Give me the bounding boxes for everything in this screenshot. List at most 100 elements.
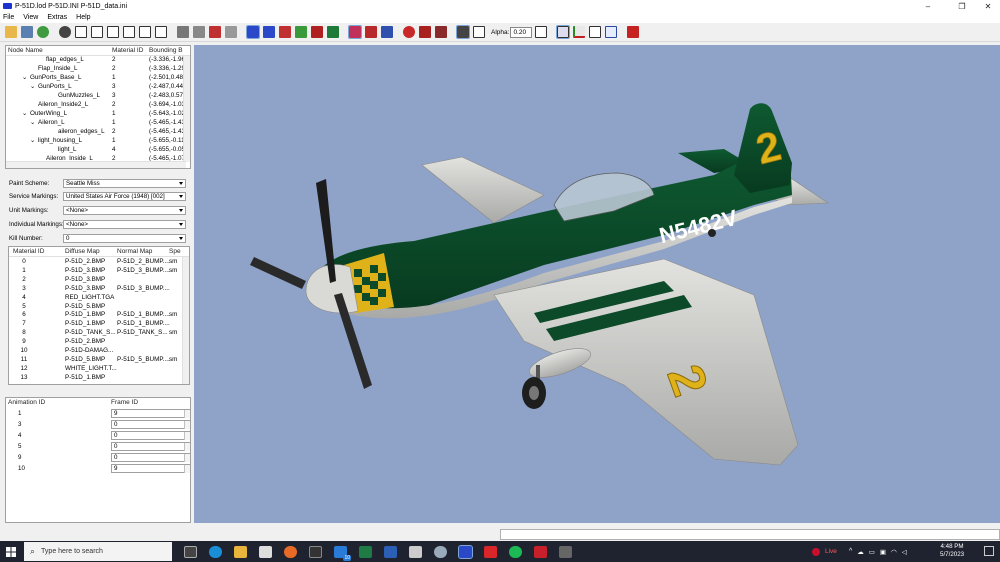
render-material-icon[interactable] xyxy=(311,26,323,38)
frame-id-stepper[interactable]: 0 xyxy=(111,431,190,440)
view-right-icon[interactable] xyxy=(123,26,135,38)
camera-icon[interactable] xyxy=(589,26,602,38)
chevron-down-icon[interactable]: ⌄ xyxy=(22,74,27,81)
render-green-icon[interactable] xyxy=(295,26,307,38)
paint-scheme-select[interactable]: Seattle Miss xyxy=(63,179,186,188)
news-icon[interactable] xyxy=(812,547,820,556)
view-top-icon[interactable] xyxy=(139,26,151,38)
task-view-icon[interactable] xyxy=(184,545,197,558)
tree-node[interactable]: Aileron_Inside2_L 2 (-3.694,-1.03 xyxy=(6,101,190,110)
search-box[interactable]: ⌕ Type here to search xyxy=(24,542,172,561)
start-button[interactable] xyxy=(6,541,16,562)
material-row[interactable]: 8 P-51D_TANK_S... P-51D_TANK_S... sm xyxy=(9,329,189,338)
menu-extras[interactable]: Extras xyxy=(47,14,67,21)
view-back-icon[interactable] xyxy=(91,26,103,38)
render-solid-icon[interactable] xyxy=(263,26,275,38)
material-row[interactable]: 12 WHITE_LIGHT.T... xyxy=(9,365,189,374)
material-row[interactable]: 3 P-51D_3.BMP P-51D_3_BUMP.... xyxy=(9,285,189,294)
network-icon[interactable]: ▭ xyxy=(869,548,875,556)
live-label[interactable]: Live xyxy=(825,548,837,555)
tree-node[interactable]: ⌄ OuterWing_L 1 (-5.643,-1.02 xyxy=(6,110,190,119)
material-row[interactable]: 11 P-51D_5.BMP P-51D_5_BUMP.... sm xyxy=(9,356,189,365)
tree-node[interactable]: ⌄ GunPorts_Base_L 1 (-2.501,0.480 xyxy=(6,74,190,83)
kill-number-select[interactable]: 0 xyxy=(63,234,186,243)
material-row[interactable]: 0 P-51D_2.BMP P-51D_2_BUMP.... sm xyxy=(9,258,189,267)
render-red-icon[interactable] xyxy=(279,26,291,38)
open-folder-icon[interactable] xyxy=(5,26,17,38)
damage-icon[interactable] xyxy=(419,26,431,38)
view-bottom-icon[interactable] xyxy=(155,26,167,38)
chevron-down-icon[interactable]: ⌄ xyxy=(30,137,35,144)
excel-icon[interactable] xyxy=(359,545,372,558)
material-row[interactable]: 6 P-51D_1.BMP P-51D_1_BUMP.... sm xyxy=(9,311,189,320)
menu-view[interactable]: View xyxy=(23,14,38,21)
individual-markings-select[interactable]: <None> xyxy=(63,220,186,229)
alpha-toggle-icon[interactable] xyxy=(456,25,470,39)
specular-icon[interactable] xyxy=(365,26,377,38)
material-row[interactable]: 13 P-51D_1.BMP xyxy=(9,374,189,383)
shade-smooth-icon[interactable] xyxy=(225,26,237,38)
spin-arrows-icon[interactable] xyxy=(184,465,190,473)
col-specular[interactable]: Spe xyxy=(169,248,181,255)
word-icon[interactable] xyxy=(384,545,397,558)
spin-arrows-icon[interactable] xyxy=(184,421,190,429)
spin-arrows-icon[interactable] xyxy=(184,410,190,418)
node-tree[interactable]: Node Name Material ID Bounding B flap_ed… xyxy=(5,45,191,169)
texture-t-icon[interactable] xyxy=(37,26,49,38)
calculator-icon[interactable] xyxy=(409,545,422,558)
export-icon[interactable] xyxy=(605,26,618,38)
alpha-input[interactable]: 0.20 xyxy=(510,26,533,38)
frame-id-stepper[interactable]: 0 xyxy=(111,420,190,429)
col-material-id[interactable]: Material ID xyxy=(13,248,44,255)
chevron-up-icon[interactable]: ^ xyxy=(849,548,852,555)
chevron-down-icon[interactable]: ⌄ xyxy=(30,83,35,90)
view-left-icon[interactable] xyxy=(107,26,119,38)
material-row[interactable]: 10 P-51D-DAMAG... xyxy=(9,347,189,356)
material-row[interactable]: 4 RED_LIGHT.TGA xyxy=(9,294,189,303)
acrobat-icon[interactable] xyxy=(484,545,497,558)
material-row[interactable]: 2 P-51D_3.BMP xyxy=(9,276,189,285)
tree-node[interactable]: aileron_edges_L 2 (-5.465,-1.43 xyxy=(6,128,190,137)
tree-node[interactable]: flap_edges_L 2 (-3.336,-1.96 xyxy=(6,56,190,65)
material-row[interactable]: 7 P-51D_1.BMP P-51D_1_BUMP.... xyxy=(9,320,189,329)
node-tree-vscroll[interactable] xyxy=(183,56,190,162)
edge-icon[interactable] xyxy=(209,545,222,558)
axis-icon[interactable] xyxy=(573,26,586,38)
axes-view-icon[interactable] xyxy=(556,25,571,39)
view-front-icon[interactable] xyxy=(75,26,87,38)
firefox-icon[interactable] xyxy=(284,545,297,558)
grid-icon[interactable] xyxy=(535,26,548,38)
bounding-box-icon[interactable] xyxy=(473,26,485,38)
col-material-id[interactable]: Material ID xyxy=(112,47,143,54)
tool-app-icon[interactable] xyxy=(559,545,572,558)
spin-arrows-icon[interactable] xyxy=(184,443,190,451)
tree-node[interactable]: ⌄ Aileron_L 1 (-5.465,-1.43 xyxy=(6,119,190,128)
col-node-name[interactable]: Node Name xyxy=(8,47,43,54)
render-wire-icon[interactable] xyxy=(246,25,260,39)
display-icon[interactable]: ▣ xyxy=(880,548,886,556)
material-row[interactable]: 5 P-51D_5.BMP xyxy=(9,303,189,312)
store-icon[interactable] xyxy=(259,545,272,558)
frame-id-stepper[interactable]: 0 xyxy=(111,442,190,451)
materials-vscroll[interactable] xyxy=(182,257,189,384)
col-bounding-box[interactable]: Bounding B xyxy=(149,47,183,54)
volume-icon[interactable]: ◁ xyxy=(902,548,907,556)
lod-viewer-icon[interactable] xyxy=(458,544,473,559)
frame-id-stepper[interactable]: 9 xyxy=(111,464,190,473)
render-normal-icon[interactable] xyxy=(327,26,339,38)
animate-icon[interactable] xyxy=(403,26,415,38)
mcafee-icon[interactable] xyxy=(534,545,547,558)
node-tree-hscroll[interactable] xyxy=(6,161,186,168)
effects-icon[interactable] xyxy=(435,26,447,38)
app-n-icon[interactable] xyxy=(309,545,322,558)
tree-node[interactable]: Flap_Inside_L 2 (-3.336,-1.29 xyxy=(6,65,190,74)
materials-list[interactable]: Material ID Diffuse Map Normal Map Spe 0… xyxy=(8,246,190,385)
3d-viewport[interactable]: 2 N5482V 2 xyxy=(194,45,1000,523)
tree-node[interactable]: ⌄ GunPorts_L 3 (-2.487,0.446 xyxy=(6,83,190,92)
notification-icon[interactable] xyxy=(984,546,994,556)
file-explorer-icon[interactable] xyxy=(234,545,247,558)
material-row[interactable]: 1 P-51D_3.BMP P-51D_3_BUMP.... sm xyxy=(9,267,189,276)
clock[interactable]: 4:48 PM 5/7/2023 xyxy=(940,543,964,559)
chevron-down-icon[interactable]: ⌄ xyxy=(30,119,35,126)
photos-icon[interactable] xyxy=(434,545,447,558)
